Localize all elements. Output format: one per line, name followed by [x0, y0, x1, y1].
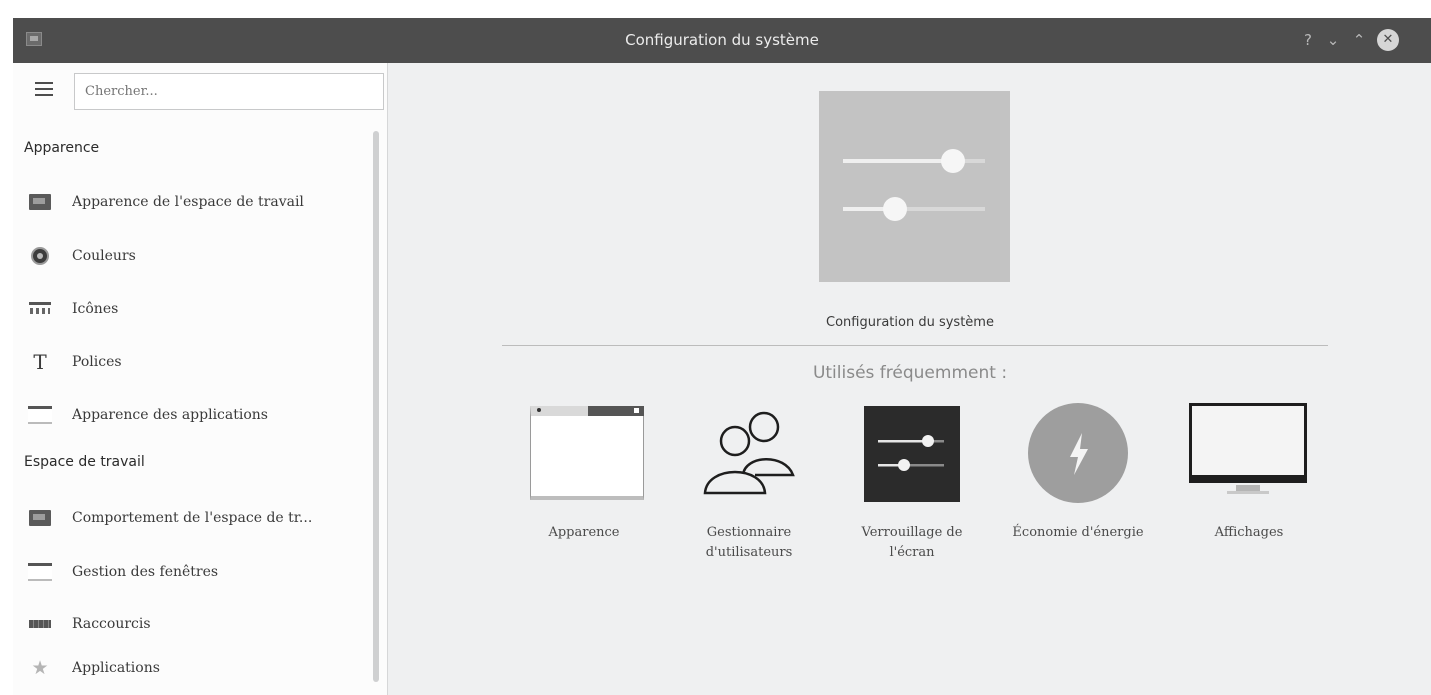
frequent-item-energy-saving[interactable]: Économie d'énergie [1011, 403, 1145, 543]
star-icon: ★ [31, 656, 49, 679]
sidebar-item-label: Comportement de l'espace de tr... [72, 510, 313, 526]
sidebar-item-label: Raccourcis [72, 616, 151, 632]
help-button[interactable]: ? [1298, 30, 1318, 50]
window-management-icon [27, 561, 53, 583]
sidebar: Apparence Apparence de l'espace de trava… [13, 63, 388, 695]
frequent-item-label: Gestionnaire d'utilisateurs [705, 525, 793, 560]
sidebar-item-applications[interactable]: ★ Applications [27, 653, 367, 683]
maximize-button[interactable]: ⌃ [1349, 30, 1369, 50]
screen-lock-sliders-icon [852, 403, 972, 509]
window-title: Configuration du système [625, 31, 819, 49]
section-heading-appearance: Apparence [24, 140, 100, 156]
desktop-top-strip [0, 0, 1431, 18]
hamburger-menu-icon[interactable] [35, 82, 53, 96]
section-heading-workspace: Espace de travail [24, 454, 145, 470]
sidebar-item-label: Applications [72, 660, 160, 676]
close-button[interactable]: ✕ [1377, 29, 1399, 51]
system-settings-window: Configuration du système ? ⌄ ⌃ ✕ Apparen… [13, 18, 1431, 695]
frequent-item-user-manager[interactable]: Gestionnaire d'utilisateurs [682, 403, 816, 563]
font-icon: T [33, 350, 47, 374]
sidebar-item-shortcuts[interactable]: Raccourcis [27, 609, 367, 639]
sidebar-item-label: Apparence de l'espace de travail [72, 194, 304, 210]
sidebar-item-application-style[interactable]: Apparence des applications [27, 400, 367, 430]
keyboard-icon [27, 613, 53, 635]
workspace-behavior-icon [27, 507, 53, 529]
frequent-item-appearance[interactable]: Apparence [517, 403, 651, 543]
frequent-item-label: Verrouillage de l'écran [861, 525, 963, 560]
divider [502, 345, 1328, 346]
sidebar-item-icons[interactable]: Icônes [27, 294, 367, 324]
sidebar-item-fonts[interactable]: T Polices [27, 347, 367, 377]
sidebar-scrollbar[interactable] [373, 131, 379, 682]
sidebar-item-workspace-behavior[interactable]: Comportement de l'espace de tr... [27, 503, 367, 533]
sidebar-item-label: Gestion des fenêtres [72, 564, 219, 580]
frequent-item-label: Affichages [1214, 525, 1284, 540]
sidebar-item-label: Icônes [72, 301, 119, 317]
color-palette-icon [27, 245, 53, 267]
system-settings-sliders-icon [819, 91, 1010, 282]
desktop-theme-icon [27, 191, 53, 213]
monitor-icon [1189, 403, 1309, 509]
frequent-item-label: Économie d'énergie [1012, 525, 1144, 540]
sidebar-item-label: Apparence des applications [72, 407, 268, 423]
frequent-item-screen-locking[interactable]: Verrouillage de l'écran [845, 403, 979, 563]
sidebar-item-workspace-theme[interactable]: Apparence de l'espace de travail [27, 187, 367, 217]
frequently-used-heading: Utilisés fréquemment : [812, 363, 1008, 383]
minimize-button[interactable]: ⌄ [1323, 30, 1343, 50]
power-saving-icon [1018, 403, 1138, 509]
frequent-item-label: Apparence [548, 525, 620, 540]
users-icon [689, 403, 809, 509]
sidebar-item-label: Couleurs [72, 248, 136, 264]
application-style-icon [27, 404, 53, 426]
main-content: Configuration du système Utilisés fréque… [389, 63, 1431, 695]
hero-label: Configuration du système [826, 315, 994, 330]
sidebar-item-label: Polices [72, 354, 122, 370]
search-input[interactable] [74, 73, 384, 110]
title-bar[interactable]: Configuration du système ? ⌄ ⌃ ✕ [13, 18, 1431, 63]
frequent-item-displays[interactable]: Affichages [1182, 403, 1316, 543]
icons-grid-icon [27, 298, 53, 320]
appearance-window-icon [524, 403, 644, 509]
sidebar-item-colors[interactable]: Couleurs [27, 241, 367, 271]
sidebar-item-window-management[interactable]: Gestion des fenêtres [27, 557, 367, 587]
